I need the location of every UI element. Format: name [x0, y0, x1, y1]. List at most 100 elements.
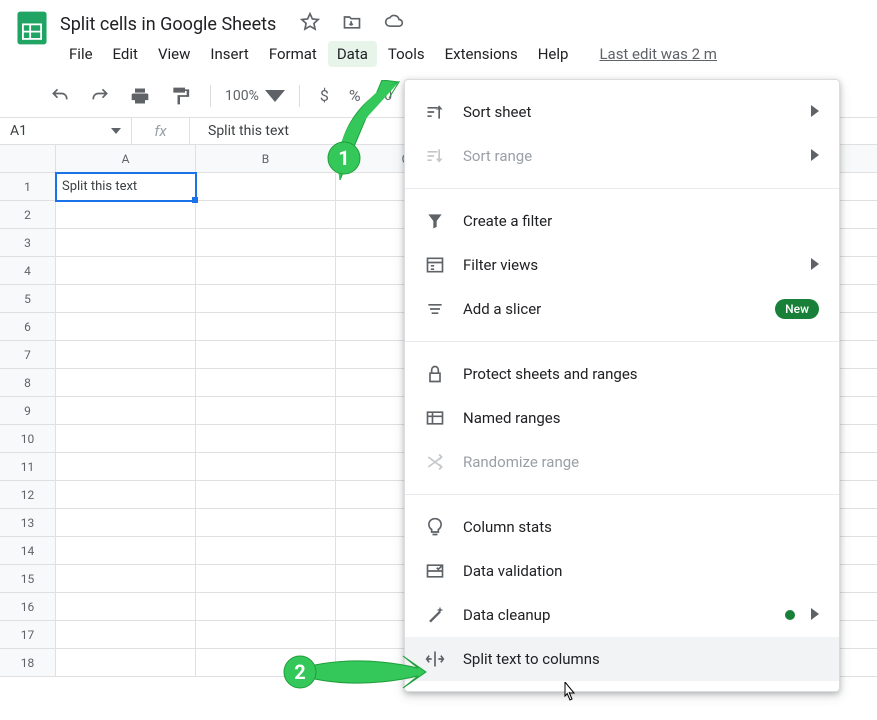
cell[interactable] [56, 509, 196, 537]
row-header[interactable]: 13 [0, 509, 56, 537]
cell[interactable] [196, 593, 336, 621]
cell[interactable] [56, 313, 196, 341]
select-all-corner[interactable] [0, 145, 56, 173]
cell[interactable] [56, 453, 196, 481]
row-header[interactable]: 14 [0, 537, 56, 565]
cell[interactable] [56, 229, 196, 257]
separator [210, 85, 211, 107]
cell[interactable] [56, 257, 196, 285]
col-header[interactable]: B [196, 145, 336, 173]
cell[interactable] [196, 173, 336, 201]
cell[interactable] [196, 369, 336, 397]
menu-label: Create a filter [463, 212, 552, 230]
cloud-status-icon[interactable] [384, 12, 404, 37]
menu-data[interactable]: Data [328, 41, 377, 67]
cell[interactable] [196, 537, 336, 565]
menu-protect-sheets[interactable]: Protect sheets and ranges [405, 352, 839, 396]
menu-extensions[interactable]: Extensions [436, 41, 527, 67]
menu-view[interactable]: View [149, 41, 199, 67]
zoom-selector[interactable]: 100% [225, 86, 285, 106]
menu-data-validation[interactable]: Data validation [405, 549, 839, 593]
row-header[interactable]: 9 [0, 397, 56, 425]
menu-split-text-to-columns[interactable]: Split text to columns [405, 637, 839, 681]
cell[interactable] [56, 201, 196, 229]
menu-column-stats[interactable]: Column stats [405, 505, 839, 549]
cell[interactable] [196, 565, 336, 593]
cell[interactable] [56, 481, 196, 509]
row-header[interactable]: 3 [0, 229, 56, 257]
cell[interactable] [196, 453, 336, 481]
menu-insert[interactable]: Insert [201, 41, 257, 67]
cell[interactable] [196, 341, 336, 369]
menu-tools[interactable]: Tools [379, 41, 434, 67]
row-header[interactable]: 1 [0, 173, 56, 201]
row-header[interactable]: 16 [0, 593, 56, 621]
cell[interactable] [196, 481, 336, 509]
row-header[interactable]: 6 [0, 313, 56, 341]
menu-data-cleanup[interactable]: Data cleanup [405, 593, 839, 637]
menu-label: Data cleanup [463, 606, 550, 624]
menu-label: Protect sheets and ranges [463, 365, 638, 383]
col-header[interactable]: A [56, 145, 196, 173]
redo-button[interactable] [84, 82, 116, 110]
cell[interactable] [196, 229, 336, 257]
cell[interactable] [56, 369, 196, 397]
cell[interactable] [196, 649, 336, 677]
menu-label: Add a slicer [463, 300, 541, 318]
cell[interactable] [56, 285, 196, 313]
named-ranges-icon [425, 408, 445, 428]
undo-button[interactable] [44, 82, 76, 110]
move-folder-icon[interactable] [342, 12, 362, 37]
cell[interactable] [56, 621, 196, 649]
menu-sort-sheet[interactable]: Sort sheet [405, 90, 839, 134]
cell[interactable] [196, 425, 336, 453]
submenu-arrow-icon [811, 606, 819, 624]
row-header[interactable]: 7 [0, 341, 56, 369]
cell[interactable] [56, 537, 196, 565]
menu-file[interactable]: File [60, 41, 102, 67]
row-header[interactable]: 17 [0, 621, 56, 649]
menu-add-slicer[interactable]: Add a slicer New [405, 287, 839, 331]
cell[interactable] [196, 201, 336, 229]
row-header[interactable]: 18 [0, 649, 56, 677]
last-edit-link[interactable]: Last edit was 2 m [599, 45, 717, 63]
percent-button[interactable]: % [343, 82, 367, 109]
decimal-button[interactable]: .0 [375, 84, 399, 108]
cell[interactable] [196, 285, 336, 313]
formula-bar[interactable]: Split this text [190, 123, 307, 139]
cell[interactable] [196, 509, 336, 537]
print-button[interactable] [124, 82, 156, 110]
row-header[interactable]: 10 [0, 425, 56, 453]
menu-named-ranges[interactable]: Named ranges [405, 396, 839, 440]
paint-format-button[interactable] [164, 82, 196, 110]
cell[interactable] [56, 341, 196, 369]
menu-edit[interactable]: Edit [104, 41, 147, 67]
cell[interactable] [196, 257, 336, 285]
fx-label: fx [132, 118, 190, 144]
currency-button[interactable]: $ [314, 82, 335, 109]
cell[interactable] [56, 565, 196, 593]
cell[interactable] [56, 425, 196, 453]
row-header[interactable]: 8 [0, 369, 56, 397]
row-header[interactable]: 15 [0, 565, 56, 593]
row-header[interactable]: 2 [0, 201, 56, 229]
star-icon[interactable] [300, 12, 320, 37]
menu-label: Split text to columns [463, 650, 600, 668]
doc-title[interactable]: Split cells in Google Sheets [60, 14, 276, 35]
row-header[interactable]: 11 [0, 453, 56, 481]
cell[interactable] [56, 649, 196, 677]
cell[interactable] [196, 621, 336, 649]
cell[interactable] [196, 313, 336, 341]
menu-create-filter[interactable]: Create a filter [405, 199, 839, 243]
menu-help[interactable]: Help [529, 41, 578, 67]
menu-filter-views[interactable]: Filter views [405, 243, 839, 287]
cell[interactable] [56, 397, 196, 425]
cell-A1[interactable]: Split this text [56, 173, 196, 201]
menu-format[interactable]: Format [260, 41, 326, 67]
row-header[interactable]: 4 [0, 257, 56, 285]
cell[interactable] [56, 593, 196, 621]
row-header[interactable]: 5 [0, 285, 56, 313]
name-box[interactable]: A1 [0, 118, 132, 144]
row-header[interactable]: 12 [0, 481, 56, 509]
cell[interactable] [196, 397, 336, 425]
